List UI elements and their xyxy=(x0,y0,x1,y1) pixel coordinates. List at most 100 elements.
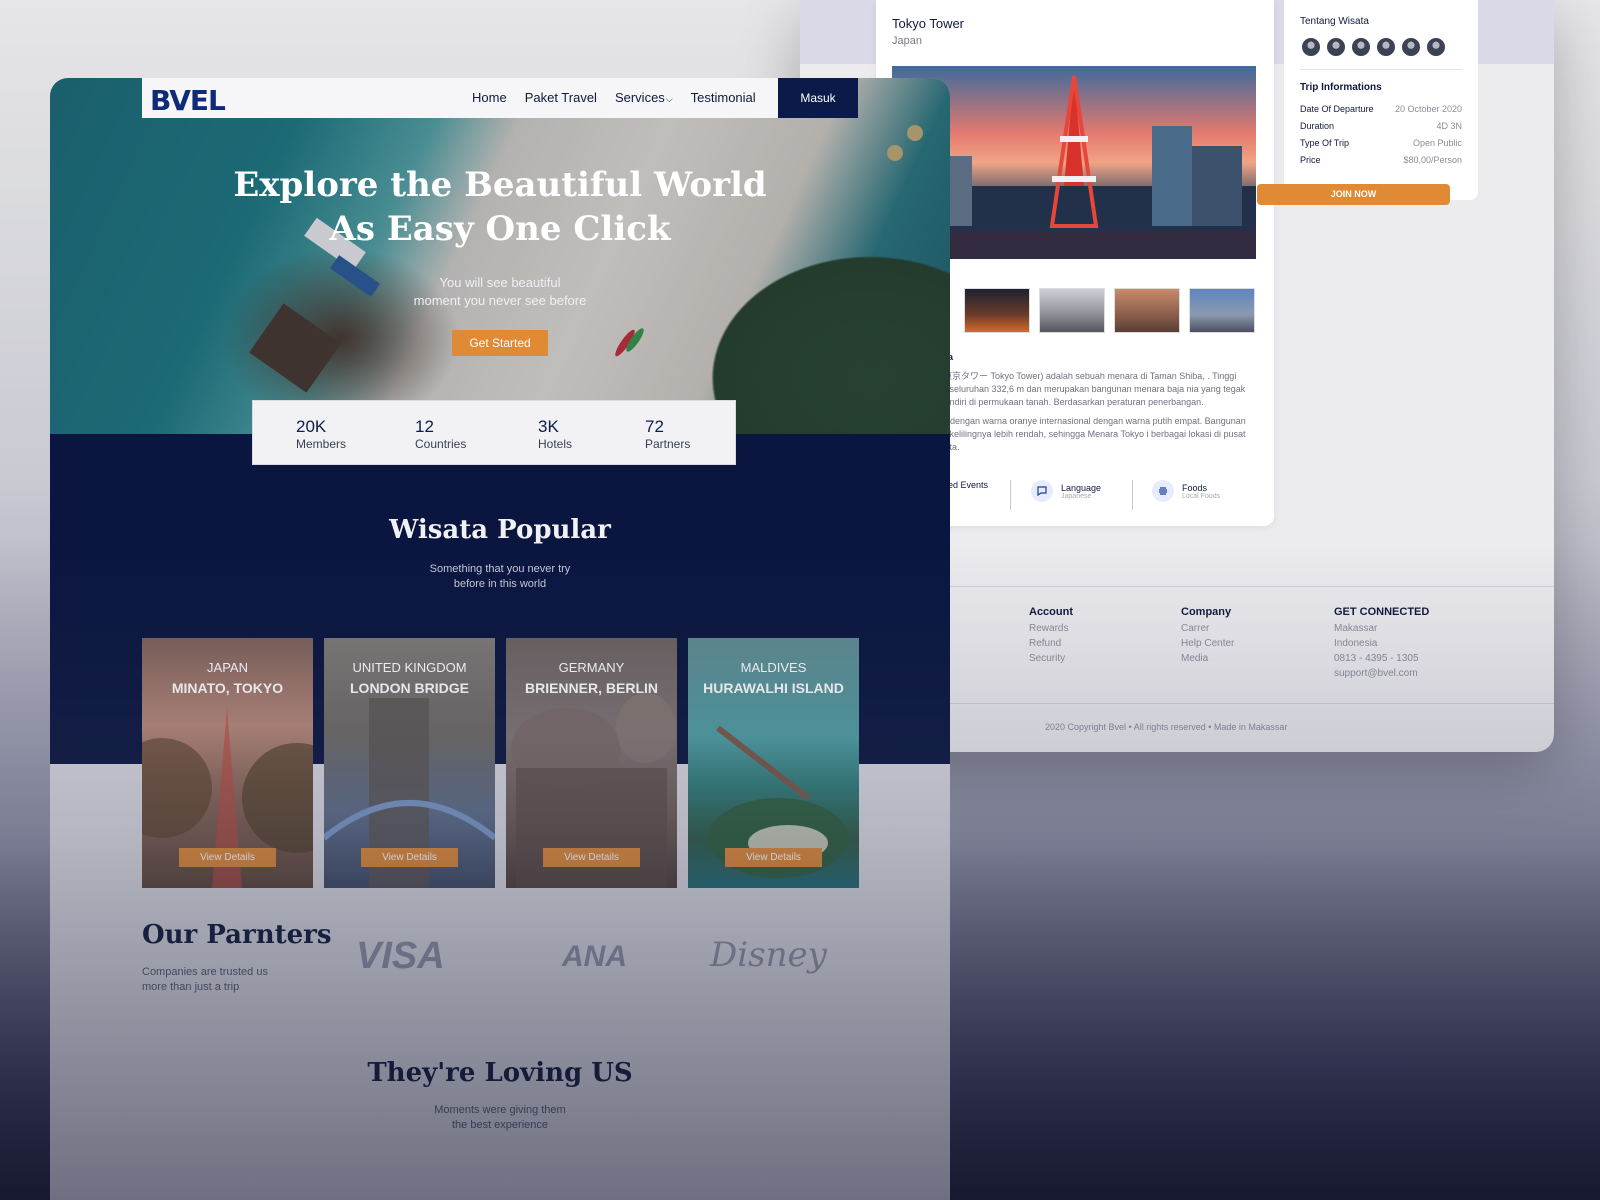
card-place: BRIENNER, BERLIN xyxy=(524,680,658,696)
divider xyxy=(1300,69,1462,70)
copyright: 2020 Copyright Bvel • All rights reserve… xyxy=(1045,722,1288,732)
destination-card-maldives[interactable]: MALDIVES HURAWALHI ISLAND View Details xyxy=(688,638,859,888)
footer-email[interactable]: support@bvel.com xyxy=(1334,666,1429,681)
popular-cards: JAPAN MINATO, TOKYO View Details UNITED … xyxy=(142,638,859,888)
feature-sub: Japanese xyxy=(1061,492,1092,500)
feature-language: Language Japanese xyxy=(1031,480,1101,502)
trip-row: Duration 4D 3N xyxy=(1300,121,1462,131)
view-details-button[interactable]: View Details xyxy=(543,848,640,867)
navbar: BVEL Home Paket Travel Services⌵ Testimo… xyxy=(142,78,858,118)
card-country: JAPAN xyxy=(207,660,248,675)
footer-text: 0813 - 4395 - 1305 xyxy=(1334,653,1419,664)
home-page-window: BVEL Home Paket Travel Services⌵ Testimo… xyxy=(50,78,950,1200)
view-details-button[interactable]: View Details xyxy=(361,848,458,867)
testimonial-subtitle: Moments were giving them the best experi… xyxy=(50,1103,950,1133)
nav-services-label: Services xyxy=(614,90,665,105)
divider xyxy=(1010,480,1011,510)
hero-subtitle: You will see beautiful moment you never … xyxy=(50,274,950,310)
detail-title: Tokyo Tower xyxy=(892,16,965,31)
view-details-button[interactable]: View Details xyxy=(179,848,276,867)
hero-subtitle-line: moment you never see before xyxy=(413,293,587,308)
footer-heading: GET CONNECTED xyxy=(1334,606,1430,618)
footer-heading: Company xyxy=(1181,606,1232,618)
divider xyxy=(1132,480,1133,510)
footer-col-account: Account Rewards Refund Security xyxy=(1029,606,1073,666)
footer-link[interactable]: Help Center xyxy=(1181,636,1234,651)
food-icon xyxy=(1152,480,1174,502)
nav-links: Home Paket Travel Services⌵ Testimonial xyxy=(472,90,756,105)
testimonial-subtitle-line: the best experience xyxy=(451,1119,548,1131)
card-country: GERMANY xyxy=(558,660,625,675)
thumbnail[interactable] xyxy=(1039,288,1105,333)
footer-link[interactable]: Security xyxy=(1029,651,1073,666)
footer-link[interactable]: Refund xyxy=(1029,636,1073,651)
member-avatars xyxy=(1300,36,1447,58)
get-started-button[interactable]: Get Started xyxy=(452,330,548,356)
avatar xyxy=(1350,36,1372,58)
thumbnail[interactable] xyxy=(964,288,1030,333)
nav-services[interactable]: Services⌵ xyxy=(615,90,673,105)
partners-title: Our Parnters xyxy=(142,920,332,950)
partners-subtitle-line: more than just a trip xyxy=(142,981,240,993)
footer-link[interactable]: Rewards xyxy=(1029,621,1073,636)
nav-testimonial[interactable]: Testimonial xyxy=(691,90,756,105)
about-text: (東京タワー Tokyo Tower) adalah sebuah menara… xyxy=(940,370,1260,460)
footer-link[interactable]: Carrer xyxy=(1181,621,1234,636)
popular-title: Wisata Popular xyxy=(389,515,611,545)
destination-card-japan[interactable]: JAPAN MINATO, TOKYO View Details xyxy=(142,638,313,888)
destination-card-germany[interactable]: GERMANY BRIENNER, BERLIN View Details xyxy=(506,638,677,888)
trip-key: Type Of Trip xyxy=(1300,138,1350,148)
stat-label: Partners xyxy=(645,437,691,451)
trip-row: Price $80,00/Person xyxy=(1300,155,1462,165)
footer-heading: Account xyxy=(1029,606,1073,618)
thumbnail[interactable] xyxy=(1189,288,1255,333)
card-country: MALDIVES xyxy=(740,660,807,675)
footer-link[interactable]: Media xyxy=(1181,651,1234,666)
card-place: LONDON BRIDGE xyxy=(350,680,469,696)
trip-key: Price xyxy=(1300,155,1321,165)
trip-value: Open Public xyxy=(1412,138,1462,148)
stat-label: Countries xyxy=(415,437,467,451)
join-now-button[interactable]: JOIN NOW xyxy=(1257,184,1450,205)
feature-title: Foods xyxy=(1182,482,1208,493)
about-paragraph: at dengan warna oranye internasional den… xyxy=(940,416,1246,452)
trip-value: $80,00/Person xyxy=(1403,155,1462,165)
footer-text: Makassar xyxy=(1334,623,1378,634)
chevron-down-icon: ⌵ xyxy=(665,94,673,104)
stat-members: 20K Members xyxy=(296,417,346,451)
detail-country: Japan xyxy=(892,35,922,47)
hero-background xyxy=(50,78,950,434)
trip-key: Date Of Departure xyxy=(1300,104,1374,114)
card-place: MINATO, TOKYO xyxy=(171,680,284,696)
stat-hotels: 3K Hotels xyxy=(538,417,572,451)
avatar xyxy=(1400,36,1422,58)
stat-partners: 72 Partners xyxy=(645,417,690,451)
trip-row: Type Of Trip Open Public xyxy=(1300,138,1462,148)
destination-card-uk[interactable]: UNITED KINGDOM LONDON BRIDGE View Detail… xyxy=(324,638,495,888)
hero-aerial-illustration xyxy=(249,125,923,393)
brand-logo[interactable]: BVEL xyxy=(150,84,226,117)
ana-logo: ANA xyxy=(562,940,627,973)
footer-col-company: Company Carrer Help Center Media xyxy=(1181,606,1234,666)
partners-subtitle: Companies are trusted us more than just … xyxy=(142,965,268,995)
view-details-button[interactable]: View Details xyxy=(725,848,822,867)
partners-subtitle-line: Companies are trusted us xyxy=(142,966,268,978)
nav-home[interactable]: Home xyxy=(472,90,507,105)
hero-title-line: Explore the Beautiful World xyxy=(233,165,767,205)
stat-number: 20K xyxy=(296,417,327,436)
hero-title: Explore the Beautiful World As Easy One … xyxy=(50,163,950,251)
chat-icon xyxy=(1031,480,1053,502)
disney-logo: Disney xyxy=(710,935,827,975)
stat-countries: 12 Countries xyxy=(415,417,466,451)
login-button[interactable]: Masuk xyxy=(778,78,858,118)
thumbnail-strip xyxy=(964,288,1255,333)
visa-logo: VISA xyxy=(356,935,445,977)
stat-number: 72 xyxy=(645,417,664,436)
trip-value: 4D 3N xyxy=(1436,121,1462,131)
thumbnail[interactable] xyxy=(1114,288,1180,333)
footer-col-connected: GET CONNECTED Makassar Indonesia 0813 - … xyxy=(1334,606,1429,681)
popular-subtitle: Something that you never try before in t… xyxy=(50,562,950,592)
footer-text: Indonesia xyxy=(1334,638,1378,649)
nav-paket-travel[interactable]: Paket Travel xyxy=(525,90,597,105)
feature-foods: Foods Local Foods xyxy=(1152,480,1220,502)
